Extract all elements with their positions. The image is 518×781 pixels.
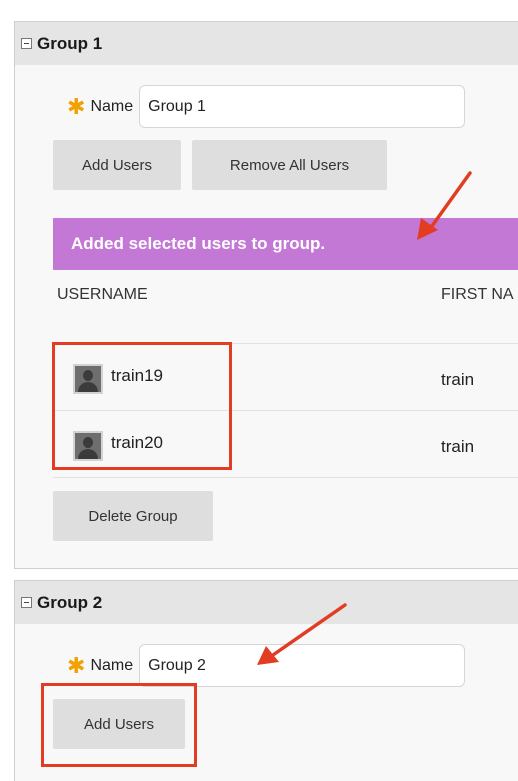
annotation-arrow-icon [257,603,347,665]
annotation-arrow-icon [417,171,472,240]
annotation-arrows [257,171,472,665]
